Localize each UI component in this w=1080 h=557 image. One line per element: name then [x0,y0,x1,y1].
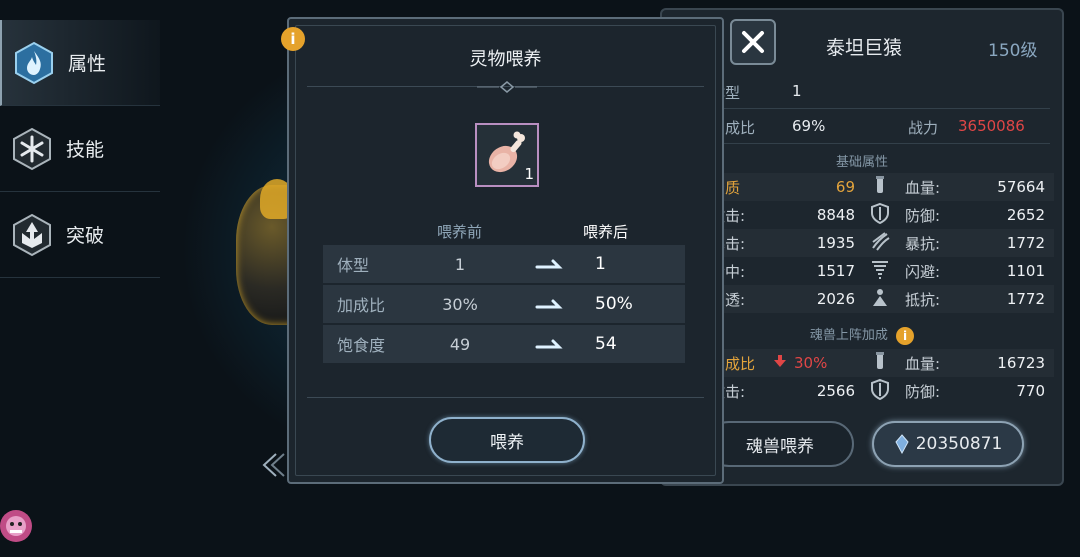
hp-icon [855,350,905,376]
item-slot[interactable]: 1 [475,123,539,187]
dialog-title: 灵物喂养 [469,49,542,70]
compare-row: 体型 1 1 [323,245,685,283]
stat-label: 血量: [905,178,941,197]
claw-icon [855,230,905,256]
stat-value: 2566 [816,382,855,400]
compare-after-value: 50% [595,294,633,314]
column-after-header: 喂养后 [583,223,629,241]
crystal-icon [895,434,909,454]
stat-value: 1772 [1006,290,1045,308]
shield-icon [855,378,905,404]
pet-name: 泰坦巨猿 [826,37,903,59]
compare-before-value: 1 [454,254,466,274]
bonus-value: 69% [792,117,826,135]
feed-dialog: i 灵物喂养 1 喂养前 喂养后 体型 1 1 加成比 30% 50% 饱食度 … [281,17,724,484]
stat-row: 暴击: 1935 暴抗: 1772 [710,229,1054,257]
nav-item-skills[interactable]: 技能 [0,106,160,192]
stat-label: 攻击: [710,382,746,401]
stat-value: 1935 [816,234,855,252]
nav-label-skills: 技能 [66,139,105,161]
compare-before-value: 49 [449,334,471,354]
stat-value: 57664 [997,178,1045,196]
nav-item-breakthrough[interactable]: 突破 [0,192,160,278]
feed-button-label: 喂养 [490,432,524,453]
column-before-header: 喂养前 [437,223,483,241]
divider [307,397,704,398]
stat-value: 2026 [816,290,855,308]
ornament-icon [477,81,537,93]
stat-label: 暴抗: [905,234,941,253]
divider [710,143,1050,144]
hp-icon [855,174,905,200]
stat-row: 命中: 1517 闪避: 1101 [710,257,1054,285]
stat-value: 8848 [816,206,855,224]
tornado-icon [855,258,905,284]
stat-value: 69 [835,178,855,196]
info-icon[interactable]: i [896,326,915,345]
compare-row: 饱食度 49 54 [323,325,685,363]
stat-value: 1517 [816,262,855,280]
nav-item-attributes[interactable]: 属性 [0,20,160,106]
chevron-left-icon[interactable] [256,450,288,480]
compare-before-value: 30% [442,294,478,314]
compare-label: 饱食度 [337,336,386,355]
stat-label: 闪避: [905,262,941,281]
compare-after-value: 1 [595,254,606,274]
nav-label-breakthrough: 突破 [66,225,105,247]
arrow-right-icon [505,297,595,311]
snowflake-icon [13,127,51,170]
deploy-bonus-table: 加成比 30% 血量: 16723 攻击: 2566 防御: 770 [710,349,1054,405]
stat-row: 攻击: 2566 防御: 770 [710,377,1054,405]
compare-label: 加成比 [337,296,386,315]
stat-label: 穿透: [710,290,746,309]
pet-feed-button[interactable]: 魂兽喂养 [706,421,854,467]
stat-value: 30% [794,354,828,372]
stat-value: 16723 [997,354,1045,372]
base-stats-table: 资质 69 血量: 57664 攻击: 8848 防御: 2652 暴击: 19… [710,173,1054,313]
stat-row: 穿透: 2026 抵抗: 1772 [710,285,1054,313]
stat-row: 加成比 30% 血量: 16723 [710,349,1054,377]
stat-label: 血量: [905,354,941,373]
stat-row: 资质 69 血量: 57664 [710,173,1054,201]
stat-label: 抵抗: [905,290,941,309]
compare-row: 加成比 30% 50% [323,285,685,323]
pet-feed-button-label: 魂兽喂养 [746,436,814,457]
arrow-right-icon [505,257,595,271]
close-button[interactable] [730,19,776,65]
stat-label: 暴击: [710,234,746,253]
deploy-bonus-title-text: 魂兽上阵加成 [809,328,888,343]
close-icon [742,31,764,53]
feed-button[interactable]: 喂养 [429,417,585,463]
stat-label: 资质 [710,178,741,197]
feed-compare-table: 体型 1 1 加成比 30% 50% 饱食度 49 54 [323,245,685,365]
body-type-value: 1 [792,82,802,100]
left-nav: 属性 技能 突破 [0,20,160,278]
breakthrough-icon [13,213,51,256]
currency-button[interactable]: 20350871 [872,421,1024,467]
avatar[interactable] [0,498,40,554]
nav-label-attributes: 属性 [68,53,107,75]
power-value: 3650086 [958,117,1025,135]
power-label: 战力 [908,119,939,137]
down-arrow-icon [772,353,794,373]
stat-label: 防御: [905,382,941,401]
shield-icon [855,202,905,228]
stat-value: 2652 [1006,206,1045,224]
stat-row: 攻击: 8848 防御: 2652 [710,201,1054,229]
stat-value: 770 [1016,382,1045,400]
flame-icon [15,41,53,84]
stat-value: 1101 [1006,262,1045,280]
compare-after-value: 54 [595,334,617,354]
stat-label: 攻击: [710,206,746,225]
stat-label: 命中: [710,262,746,281]
compare-label: 体型 [337,256,370,275]
stat-label: 防御: [905,206,941,225]
pet-level: 150级 [988,41,1038,61]
item-count: 1 [524,165,534,183]
divider [710,108,1050,109]
resist-icon [855,286,905,312]
arrow-right-icon [505,337,595,351]
currency-value: 20350871 [915,434,1003,454]
stat-value: 1772 [1006,234,1045,252]
